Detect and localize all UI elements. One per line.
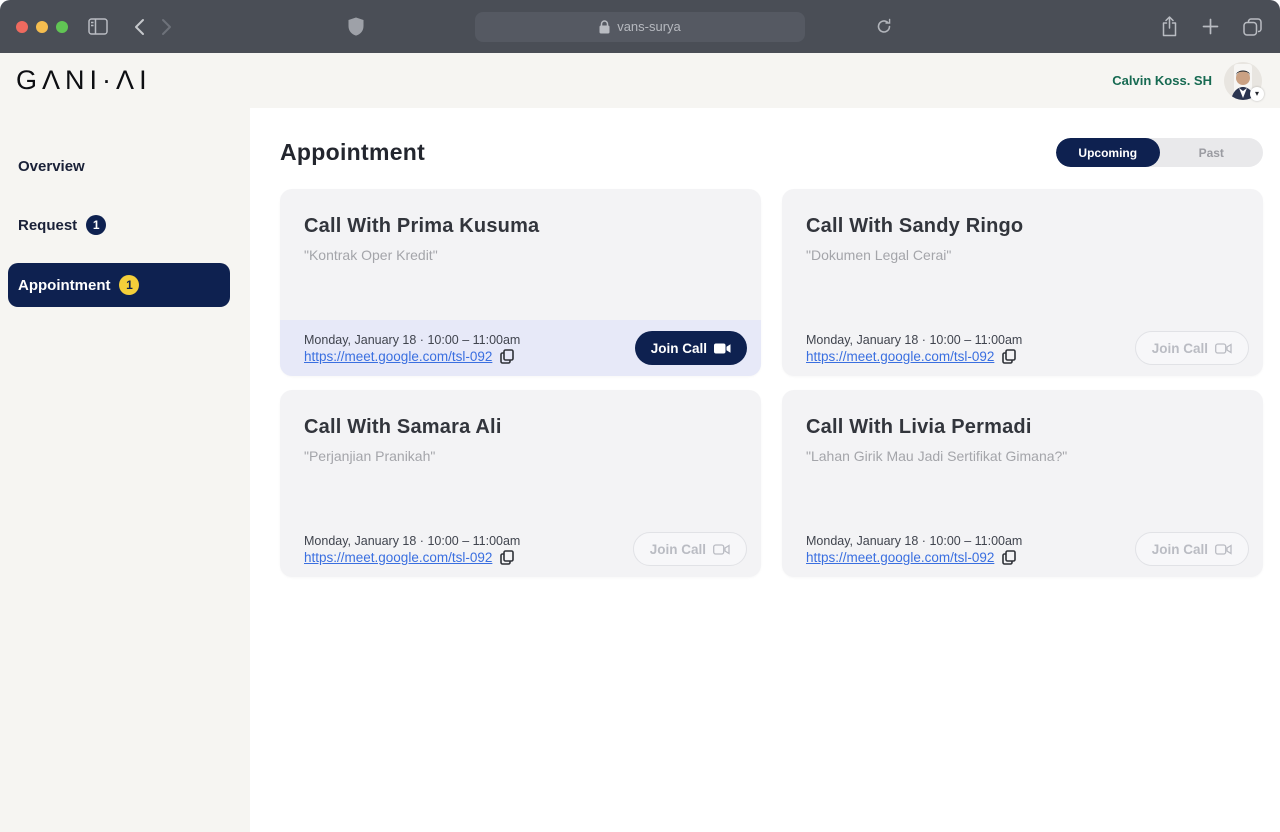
join-call-button-disabled[interactable]: Join Call: [633, 532, 747, 566]
join-call-button-disabled[interactable]: Join Call: [1135, 331, 1249, 365]
chevron-down-icon: ▾: [1250, 87, 1264, 101]
card-topic: "Dokumen Legal Cerai": [806, 247, 1239, 263]
join-call-label: Join Call: [1152, 341, 1208, 356]
appointment-card: Call With Samara Ali "Perjanjian Pranika…: [280, 390, 761, 577]
browser-window: vans-surya GΛNI·ΛI: [0, 0, 1280, 832]
card-datetime: Monday, January 18 · 10:00 – 11:00am: [806, 534, 1022, 548]
appointment-count-badge: 1: [119, 275, 139, 295]
card-title: Call With Sandy Ringo: [806, 215, 1239, 238]
card-footer: Monday, January 18 · 10:00 – 11:00am htt…: [782, 521, 1263, 577]
new-tab-icon[interactable]: [1202, 18, 1219, 35]
card-topic: "Kontrak Oper Kredit": [304, 247, 737, 263]
card-title: Call With Prima Kusuma: [304, 215, 737, 238]
card-datetime: Monday, January 18 · 10:00 – 11:00am: [304, 534, 520, 548]
card-title: Call With Samara Ali: [304, 416, 737, 439]
request-count-badge: 1: [86, 215, 106, 235]
tab-upcoming[interactable]: Upcoming: [1056, 138, 1160, 167]
appointment-card: Call With Livia Permadi "Lahan Girik Mau…: [782, 390, 1263, 577]
browser-chrome: vans-surya: [0, 0, 1280, 53]
appointment-cards: Call With Prima Kusuma "Kontrak Oper Kre…: [280, 189, 1263, 577]
card-footer: Monday, January 18 · 10:00 – 11:00am htt…: [782, 320, 1263, 376]
copy-link-icon[interactable]: [500, 550, 514, 565]
zoom-window-button[interactable]: [56, 21, 68, 33]
upcoming-past-toggle: Upcoming Past: [1056, 138, 1263, 167]
card-footer: Monday, January 18 · 10:00 – 11:00am htt…: [280, 521, 761, 577]
meeting-link[interactable]: https://meet.google.com/tsl-092: [806, 349, 994, 364]
close-window-button[interactable]: [16, 21, 28, 33]
copy-link-icon[interactable]: [500, 349, 514, 364]
join-call-label: Join Call: [651, 341, 707, 356]
back-icon[interactable]: [134, 18, 145, 36]
sidebar-item-label: Request: [18, 217, 77, 234]
card-datetime: Monday, January 18 · 10:00 – 11:00am: [304, 333, 520, 347]
appointment-card: Call With Prima Kusuma "Kontrak Oper Kre…: [280, 189, 761, 376]
sidebar-item-label: Overview: [18, 158, 85, 175]
browser-sidebar-icon[interactable]: [88, 18, 108, 35]
meeting-link[interactable]: https://meet.google.com/tsl-092: [304, 550, 492, 565]
sidebar-item-overview[interactable]: Overview: [0, 146, 250, 187]
forward-icon[interactable]: [161, 18, 172, 36]
url-text: vans-surya: [617, 19, 681, 34]
appointment-card: Call With Sandy Ringo "Dokumen Legal Cer…: [782, 189, 1263, 376]
share-icon[interactable]: [1161, 16, 1178, 37]
video-camera-icon: [713, 544, 730, 555]
lock-icon: [599, 20, 610, 34]
copy-link-icon[interactable]: [1002, 349, 1016, 364]
user-avatar[interactable]: ▾: [1224, 62, 1262, 100]
tab-past[interactable]: Past: [1160, 138, 1264, 167]
card-title: Call With Livia Permadi: [806, 416, 1239, 439]
app-header: GΛNI·ΛI Calvin Koss. SH ▾: [0, 53, 1280, 108]
privacy-shield-icon[interactable]: [348, 17, 364, 36]
join-call-label: Join Call: [1152, 542, 1208, 557]
address-bar[interactable]: vans-surya: [475, 12, 805, 42]
card-topic: "Lahan Girik Mau Jadi Sertifikat Gimana?…: [806, 448, 1239, 464]
reload-icon[interactable]: [876, 18, 892, 35]
video-camera-icon: [714, 343, 731, 354]
tab-overview-icon[interactable]: [1243, 18, 1262, 36]
card-datetime: Monday, January 18 · 10:00 – 11:00am: [806, 333, 1022, 347]
page-title: Appointment: [280, 139, 425, 166]
meeting-link[interactable]: https://meet.google.com/tsl-092: [304, 349, 492, 364]
copy-link-icon[interactable]: [1002, 550, 1016, 565]
sidebar-item-appointment[interactable]: Appointment 1: [8, 263, 230, 307]
main-content: Appointment Upcoming Past Call With Prim…: [250, 108, 1280, 832]
meeting-link[interactable]: https://meet.google.com/tsl-092: [806, 550, 994, 565]
sidebar-item-request[interactable]: Request 1: [0, 203, 250, 247]
sidebar: Overview Request 1 Appointment 1: [0, 108, 250, 832]
video-camera-icon: [1215, 343, 1232, 354]
join-call-label: Join Call: [650, 542, 706, 557]
user-menu[interactable]: Calvin Koss. SH ▾: [1112, 62, 1266, 100]
minimize-window-button[interactable]: [36, 21, 48, 33]
join-call-button-disabled[interactable]: Join Call: [1135, 532, 1249, 566]
app-logo: GΛNI·ΛI: [14, 65, 152, 96]
card-topic: "Perjanjian Pranikah": [304, 448, 737, 464]
card-footer: Monday, January 18 · 10:00 – 11:00am htt…: [280, 320, 761, 376]
sidebar-item-label: Appointment: [18, 277, 110, 294]
traffic-lights: [16, 21, 68, 33]
video-camera-icon: [1215, 544, 1232, 555]
user-name: Calvin Koss. SH: [1112, 73, 1212, 88]
join-call-button[interactable]: Join Call: [635, 331, 747, 365]
